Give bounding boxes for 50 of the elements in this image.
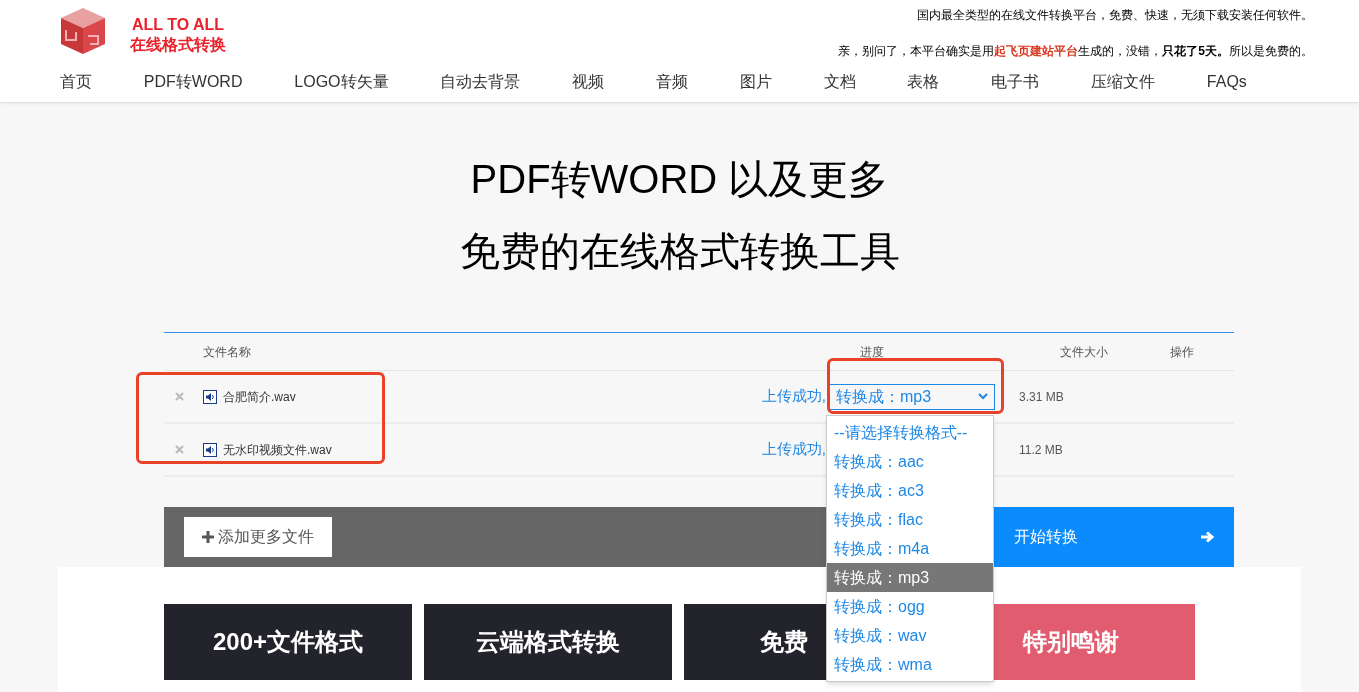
feature-title: 200+文件格式 [212,627,364,657]
column-header: 文件名称 [203,343,252,361]
dropdown-option[interactable]: 转换成：ogg [827,592,993,621]
close-icon[interactable] [175,392,184,401]
nav-link[interactable]: LOGO转矢量 [294,70,389,94]
hero-heading: PDF转WORD 以及更多 [470,156,889,203]
logo-subtitle: 在线格式转换 [130,35,226,55]
add-files-button[interactable]: 添加更多文件 [184,517,332,557]
nav-link[interactable]: 图片 [739,70,772,94]
dropdown-option[interactable]: 转换成：mp3 [827,563,993,592]
nav-link[interactable]: 首页 [60,70,92,94]
nav-link[interactable]: 文档 [823,70,856,94]
format-select[interactable]: 转换成：mp3 [829,383,995,410]
nav-link[interactable]: 压缩文件 [1091,70,1155,94]
hero-heading: 免费的在线格式转换工具 [459,228,900,275]
dropdown-option[interactable]: --请选择转换格式-- [827,418,993,447]
dropdown-option[interactable]: 转换成：wma [827,650,993,679]
upload-status: 上传成功, [760,386,826,407]
speaker-icon [203,442,217,457]
tagline: 国内最全类型的在线文件转换平台，免费、快速，无须下载安装任何软件。 [917,7,1313,24]
file-name: 无水印视频文件.wav [223,441,333,459]
notice-link[interactable]: 起飞页建站平台 [994,44,1079,58]
file-size: 11.2 MB [1019,441,1064,459]
feature-title: 免费 [760,627,809,657]
dropdown-option[interactable]: 转换成：ac3 [827,476,993,505]
logo-title: ALL TO ALL [131,15,225,35]
nav-link[interactable]: PDF转WORD [143,70,243,94]
close-icon[interactable] [175,445,184,454]
nav-link[interactable]: FAQs [1206,70,1247,94]
upload-status: 上传成功, [760,439,826,460]
arrow-right-icon [1200,531,1214,543]
dropdown-option[interactable]: 转换成：aac [827,447,993,476]
nav-link[interactable]: 自动去背景 [440,70,521,94]
column-header: 文件大小 [1060,343,1109,361]
column-header: 进度 [860,343,885,361]
nav-link[interactable]: 音频 [655,70,688,94]
plus-icon [202,531,214,543]
feature-title: 特别鸣谢 [1023,627,1119,657]
file-size: 3.31 MB [1019,388,1065,406]
nav-link[interactable]: 表格 [907,70,940,94]
file-name: 合肥简介.wav [223,388,297,406]
notice-text: 亲，别问了，本平台确实是用起飞页建站平台生成的，没错，只花了5天。所以是免费的。 [838,43,1313,60]
dropdown-option[interactable]: 转换成：wav [827,621,993,650]
feature-title: 云端格式转换 [476,627,620,657]
nav-link[interactable]: 电子书 [991,70,1040,94]
chevron-down-icon [978,393,988,400]
nav-link[interactable]: 视频 [572,70,605,94]
cube-logo-icon [58,6,108,56]
column-header: 操作 [1170,343,1194,361]
speaker-icon [203,389,217,404]
